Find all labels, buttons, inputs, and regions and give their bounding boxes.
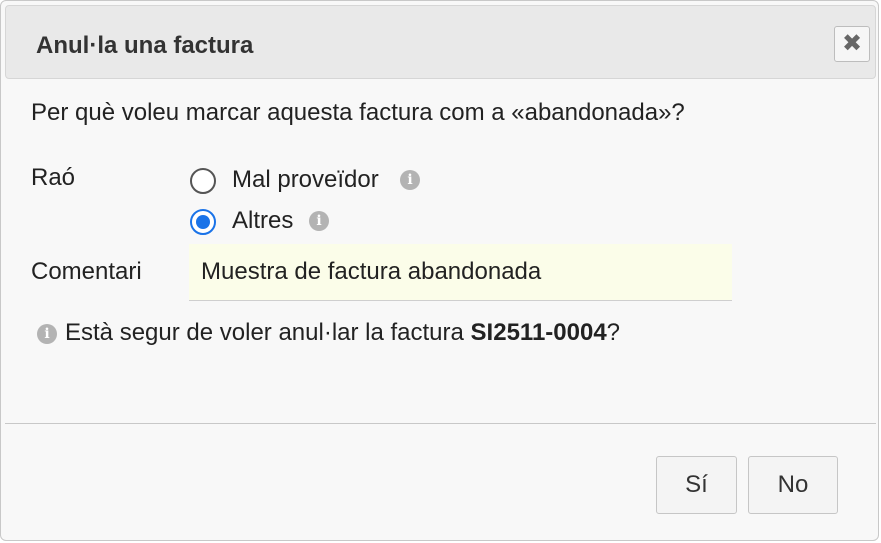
- confirm-suffix: ?: [606, 319, 621, 346]
- no-button[interactable]: No: [748, 456, 838, 514]
- close-icon: ✖: [841, 30, 863, 57]
- option-label-other[interactable]: Altres: [232, 207, 293, 235]
- info-icon: i: [37, 324, 57, 344]
- reason-label: Raó: [31, 164, 76, 191]
- invoice-ref: SI2511-0004: [470, 319, 607, 346]
- info-icon: i: [400, 170, 420, 190]
- question-text: Per què voleu marcar aquesta factura com…: [31, 99, 685, 126]
- info-icon: i: [309, 211, 329, 231]
- confirm-prefix: Està segur de voler anul·lar la factura: [65, 319, 471, 346]
- close-button[interactable]: ✖: [834, 26, 870, 62]
- dialog-titlebar: Anul·la una factura ✖: [5, 5, 876, 79]
- yes-button[interactable]: Sí: [656, 456, 737, 514]
- comment-label: Comentari: [31, 258, 142, 285]
- radio-bad-supplier[interactable]: [190, 168, 216, 194]
- radio-other[interactable]: [190, 209, 216, 235]
- comment-input[interactable]: [189, 244, 732, 301]
- divider: [5, 423, 876, 424]
- cancel-invoice-dialog: Anul·la una factura ✖ Per què voleu marc…: [0, 0, 879, 541]
- dialog-title: Anul·la una factura: [36, 32, 254, 59]
- option-label-bad-supplier[interactable]: Mal proveïdor: [232, 166, 379, 194]
- confirm-text: Està segur de voler anul·lar la factura …: [65, 319, 620, 347]
